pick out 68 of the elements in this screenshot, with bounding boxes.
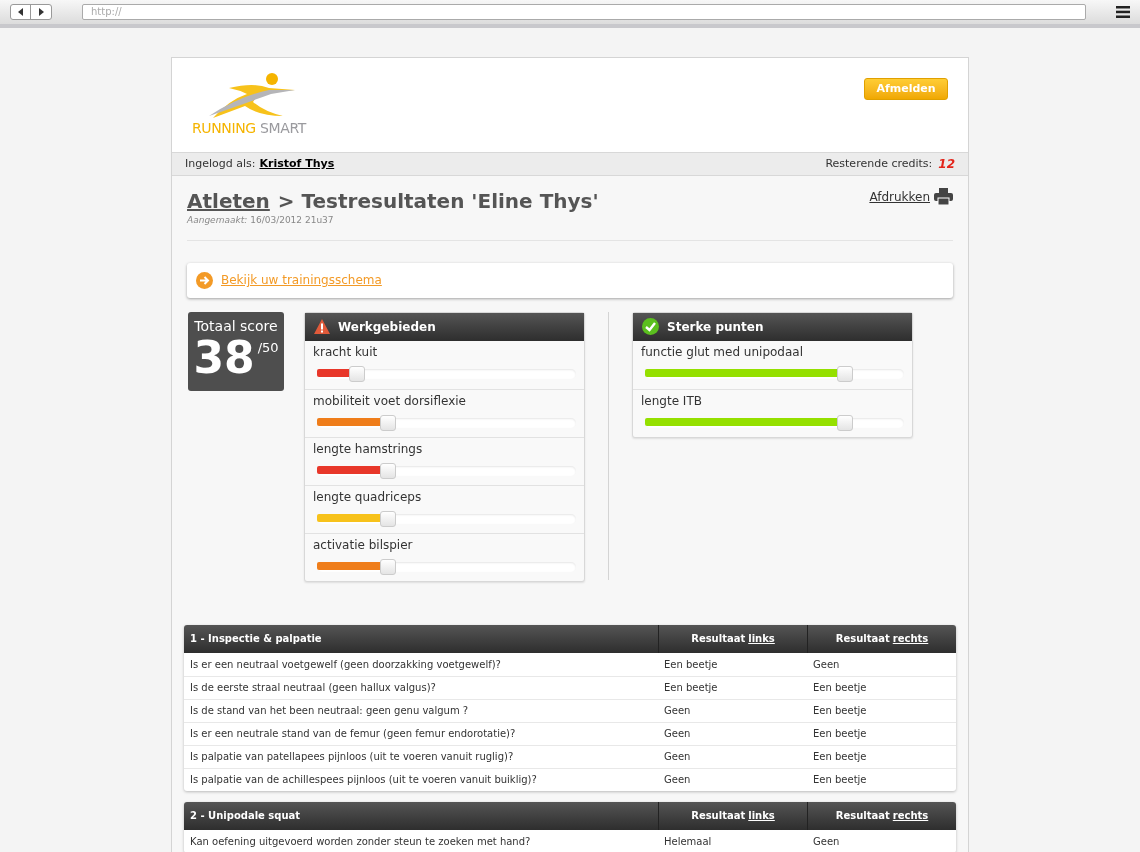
- table-cell-text: Is palpatie van de achillespees pijnloos (uit te voeren vanuit buiklig)?: [189, 773, 538, 787]
- page-title: > Testresultaten 'Eline Thys': [277, 188, 599, 214]
- table-cell-text: Geen: [812, 834, 841, 849]
- table-heading: 1 - Inspectie & palpatie: [189, 632, 323, 646]
- metric-label: lengte hamstrings: [313, 441, 424, 457]
- arrow-right-icon: [196, 271, 213, 289]
- column-link[interactable]: rechts: [892, 808, 929, 823]
- column-link[interactable]: links: [748, 631, 775, 646]
- slider-thumb[interactable]: [379, 414, 396, 431]
- slider-thumb[interactable]: [837, 365, 854, 382]
- table-cell-text: Geen: [663, 750, 692, 764]
- table-cell-text: Helemaal: [663, 834, 713, 849]
- caret-right-icon: [38, 8, 44, 16]
- metric-label: lengte quadriceps: [313, 489, 423, 505]
- credits-label: Resterende credits:: [825, 155, 933, 172]
- panel-title: Sterke punten: [667, 318, 764, 336]
- slider-thumb[interactable]: [379, 510, 396, 527]
- table-cell-text: Een beetje: [663, 657, 719, 672]
- logo-text: RUNNING: [191, 120, 256, 136]
- metric-label: activatie bilspier: [313, 537, 414, 553]
- column-link[interactable]: links: [748, 808, 775, 823]
- panel-title: Werkgebieden: [338, 318, 436, 336]
- column-heading: Resultaat: [691, 809, 746, 823]
- table-cell-text: Is de eerste straal neutraal (geen hallux valgus)?: [189, 681, 437, 695]
- created-date: 16/03/2012 21u37: [250, 214, 334, 227]
- table-cell-text: Is er een neutraal voetgewelf (geen doorzakking voetgewelf)?: [189, 657, 502, 672]
- logged-in-label: Ingelogd als:: [185, 155, 256, 172]
- score-label: Totaal score: [194, 317, 278, 334]
- table-cell-text: Een beetje: [812, 750, 868, 764]
- table-cell-text: Is er een neutrale stand van de femur (geen femur endorotatie)?: [189, 727, 517, 741]
- metric-label: kracht kuit: [313, 344, 379, 360]
- slider-thumb[interactable]: [379, 558, 396, 575]
- created-label: Aangemaakt:: [187, 214, 248, 227]
- column-heading: Resultaat: [835, 809, 890, 823]
- table-cell-text: Is de stand van het been neutraal: geen genu valgum ?: [189, 704, 470, 718]
- caret-left-icon: [17, 8, 24, 16]
- table-cell-text: Geen: [663, 704, 692, 718]
- warning-icon: [314, 319, 330, 334]
- metric-label: functie glut med unipodaal: [641, 344, 804, 360]
- slider-thumb[interactable]: [837, 414, 854, 431]
- menu-icon[interactable]: [1116, 6, 1130, 18]
- print-link[interactable]: Afdrukken: [869, 188, 930, 206]
- table-cell-text: Een beetje: [663, 681, 719, 695]
- score-value: 38: [193, 333, 255, 382]
- logo-text: SMART: [260, 120, 307, 136]
- slider-thumb[interactable]: [348, 365, 365, 382]
- column-heading: Resultaat: [691, 632, 746, 646]
- credits-value: 12: [938, 156, 955, 173]
- metric-label: lengte ITB: [641, 393, 703, 409]
- score-max: /50: [257, 338, 279, 357]
- table-cell-text: Geen: [812, 657, 841, 672]
- table-cell-text: Geen: [663, 773, 692, 787]
- breadcrumb-link[interactable]: Atleten: [187, 188, 270, 214]
- table-cell-text: Geen: [663, 727, 692, 741]
- table-cell-text: Is palpatie van patellapees pijnloos (uit te voeren vanuit ruglig)?: [189, 750, 515, 764]
- table-cell-text: Een beetje: [812, 704, 868, 718]
- user-link[interactable]: Kristof Thys: [259, 155, 335, 173]
- table-cell-text: Een beetje: [812, 773, 868, 787]
- table-cell-text: Een beetje: [812, 681, 868, 695]
- printer-icon[interactable]: [934, 188, 953, 205]
- metric-label: mobiliteit voet dorsiflexie: [313, 393, 467, 409]
- column-heading: Resultaat: [835, 632, 890, 646]
- check-circle-icon: [642, 318, 659, 335]
- table-heading: 2 - Unipodale squat: [189, 809, 302, 823]
- table-cell-text: Kan oefening uitgevoerd worden zonder steun te zoeken met hand?: [189, 834, 532, 849]
- table-cell-text: Een beetje: [812, 727, 868, 741]
- column-link[interactable]: rechts: [892, 631, 929, 646]
- slider-thumb[interactable]: [379, 462, 396, 479]
